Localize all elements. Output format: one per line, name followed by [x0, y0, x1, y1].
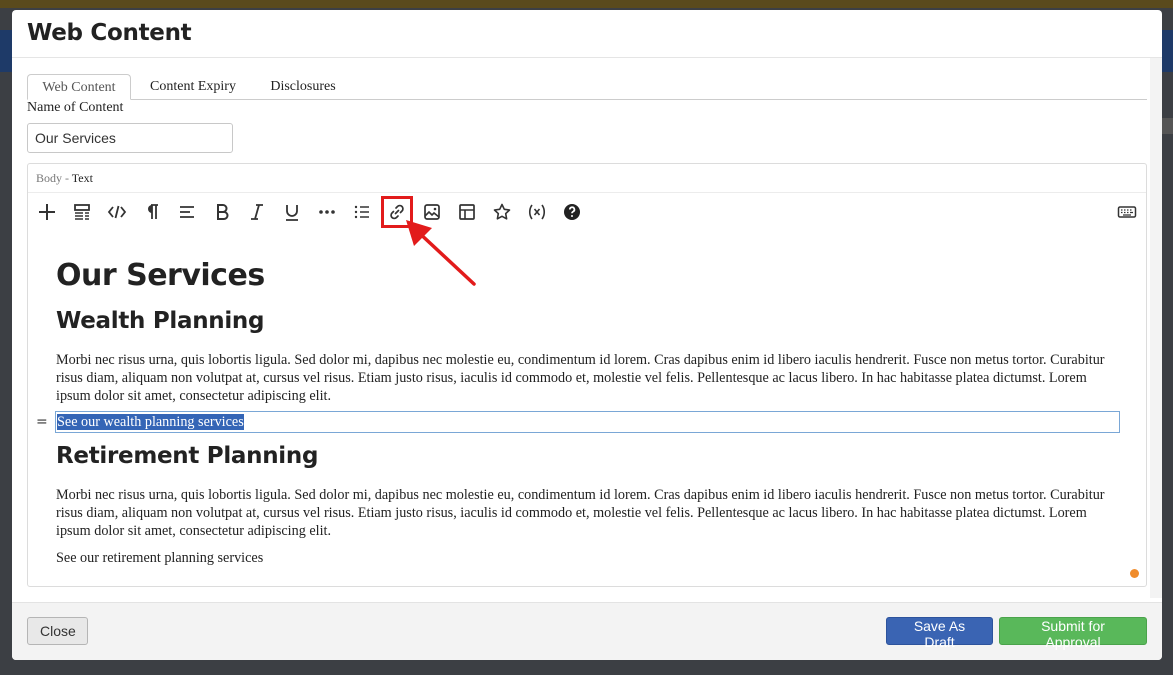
section-body-wealth-planning: Morbi nec risus urna, quis lobortis ligu… [56, 352, 1105, 404]
table-icon[interactable] [455, 200, 479, 224]
retirement-link-text: See our retirement planning services [56, 550, 264, 566]
section-body-retirement-planning: Morbi nec risus urna, quis lobortis ligu… [56, 487, 1105, 539]
editor-mode-label: Text [71, 171, 93, 185]
modal-footer: Close Save As Draft Submit for Approval [12, 602, 1162, 660]
selected-link-text[interactable]: See our wealth planning services [57, 414, 244, 430]
section-heading-retirement-planning: Retirement Planning [56, 443, 319, 469]
more-icon[interactable] [315, 200, 339, 224]
image-icon[interactable] [420, 200, 444, 224]
name-of-content-input[interactable] [27, 123, 233, 153]
section-heading-wealth-planning: Wealth Planning [56, 308, 265, 334]
body-label: Body - [36, 171, 69, 185]
editor-field-label: Body - Text [36, 171, 93, 186]
underline-icon[interactable] [280, 200, 304, 224]
block-format-icon[interactable] [70, 200, 94, 224]
bulleted-list-icon[interactable] [350, 200, 374, 224]
italic-icon[interactable] [245, 200, 269, 224]
keyboard-icon[interactable] [1115, 200, 1139, 224]
star-icon[interactable] [490, 200, 514, 224]
tab-web-content[interactable]: Web Content [27, 74, 131, 100]
link-icon[interactable] [381, 196, 413, 228]
bold-icon[interactable] [210, 200, 234, 224]
help-icon[interactable] [560, 200, 584, 224]
modal-scrollbar[interactable] [1150, 58, 1162, 598]
editor-divider [28, 192, 1146, 193]
selected-text-block[interactable]: See our wealth planning services [55, 411, 1120, 433]
tab-content-expiry[interactable]: Content Expiry [143, 74, 243, 100]
content-heading: Our Services [56, 258, 265, 293]
status-dot-icon [1130, 569, 1139, 578]
save-as-draft-button[interactable]: Save As Draft [886, 617, 993, 650]
submit-for-approval-button[interactable]: Submit for Approval [999, 617, 1147, 650]
plus-icon[interactable] [35, 200, 59, 224]
paragraph-icon[interactable] [140, 200, 164, 224]
close-button[interactable]: Close [27, 617, 88, 645]
tab-disclosures[interactable]: Disclosures [263, 74, 343, 100]
drag-handle-icon[interactable]: = [36, 414, 48, 430]
modal-header: Web Content [12, 10, 1162, 58]
editor-toolbar [28, 196, 1146, 228]
align-left-icon[interactable] [175, 200, 199, 224]
tab-bar: Web Content Content Expiry Disclosures [27, 74, 1147, 100]
modal-title: Web Content [27, 20, 192, 46]
app-top-bar [0, 0, 1173, 8]
web-content-modal: Web Content Web Content Content Expiry D… [12, 10, 1162, 660]
source-code-icon[interactable] [105, 200, 129, 224]
rich-text-editor: Body - Text Our Services Wealth Planning… [27, 163, 1147, 587]
name-of-content-label: Name of Content [27, 100, 124, 115]
variable-icon[interactable] [525, 200, 549, 224]
